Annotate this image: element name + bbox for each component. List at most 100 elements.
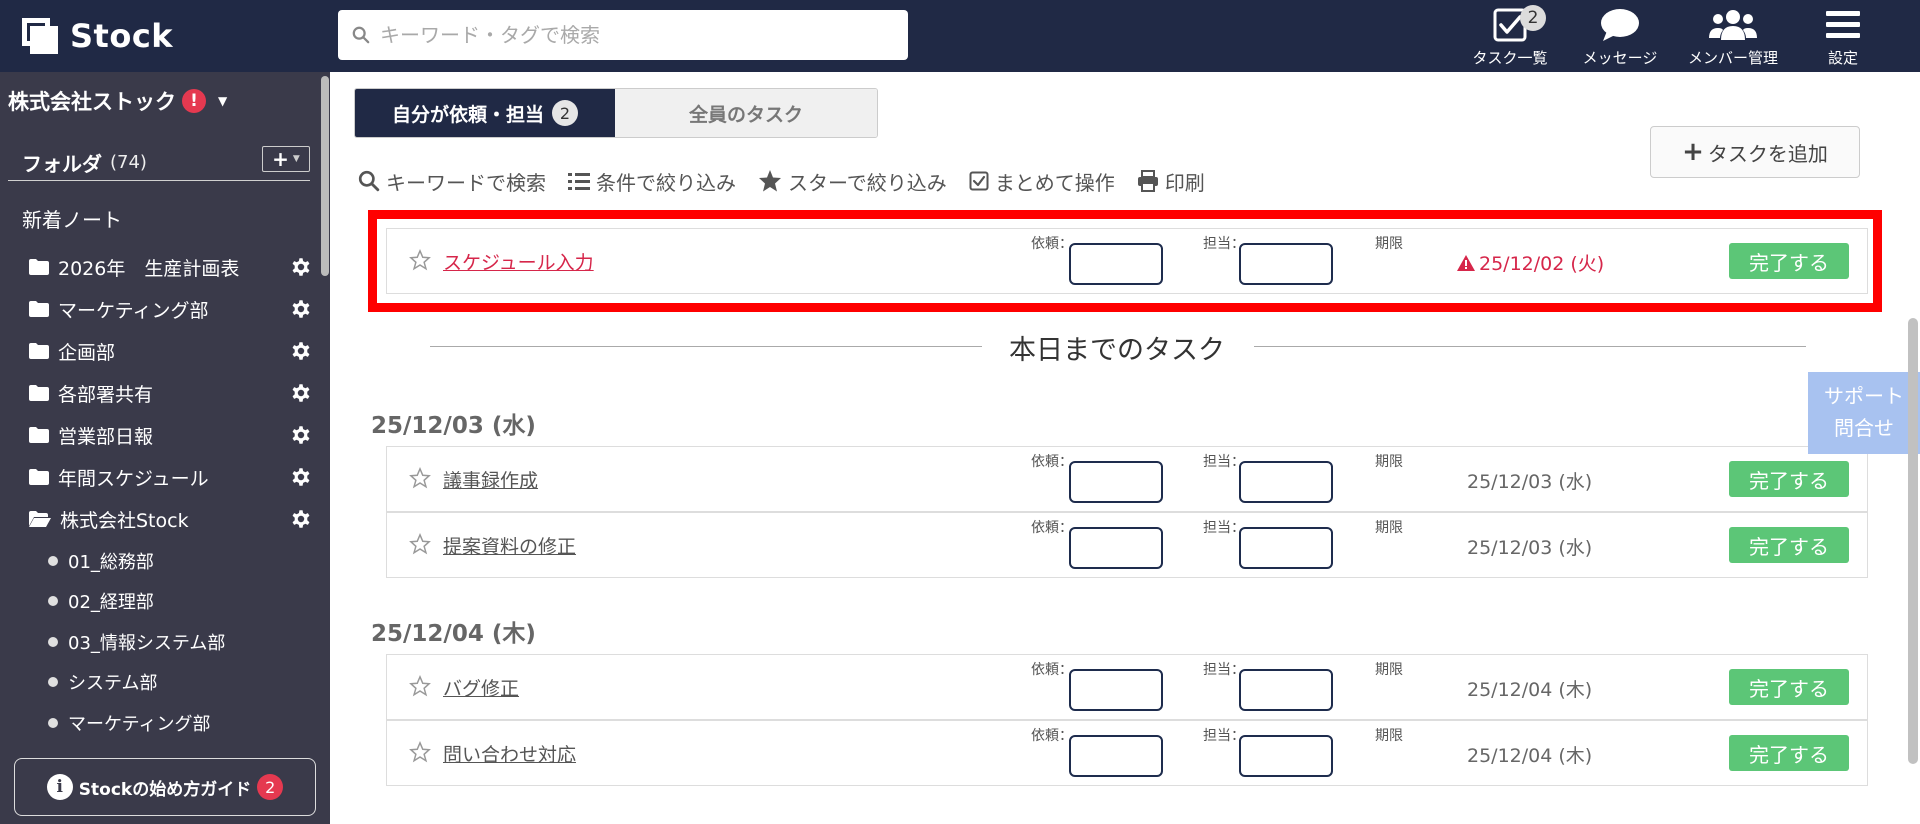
assignee-avatar-slot[interactable] (1239, 735, 1333, 777)
task-title[interactable]: バグ修正 (443, 674, 519, 701)
task-title[interactable]: スケジュール入力 (443, 248, 594, 275)
company-selector[interactable]: 株式会社ストック ! ▼ (8, 86, 227, 116)
assignee-avatar-slot[interactable] (1239, 243, 1333, 285)
folder-item[interactable]: 各部署共有 (28, 376, 312, 410)
nav-label: メッセージ (1582, 49, 1658, 67)
filter-conditions-tool[interactable]: 条件で絞り込み (568, 167, 736, 196)
requester-avatar-slot[interactable] (1069, 527, 1163, 569)
assignee-avatar-slot[interactable] (1239, 669, 1333, 711)
assignee-avatar-slot[interactable] (1239, 527, 1333, 569)
task-tabs: 自分が依頼・担当 2 全員のタスク (354, 88, 878, 138)
task-title[interactable]: 問い合わせ対応 (443, 740, 576, 767)
tab-all-tasks[interactable]: 全員のタスク (615, 89, 877, 137)
task-row[interactable]: バグ修正 依頼： 担当： 期限 25/12/04 (木) 完了する (386, 654, 1868, 720)
folder-item[interactable]: 2026年 生産計画表 (28, 250, 312, 284)
task-due-date[interactable]: 25/12/02 (火) (1457, 249, 1604, 276)
tool-label: キーワードで検索 (386, 170, 546, 195)
subfolder-item[interactable]: 01_総務部 (48, 546, 154, 576)
print-tool[interactable]: 印刷 (1137, 167, 1205, 196)
folder-item[interactable]: マーケティング部 (28, 292, 312, 326)
stock-logo-icon (22, 18, 58, 54)
subfolder-label: 01_総務部 (68, 552, 154, 573)
complete-button[interactable]: 完了する (1729, 243, 1849, 279)
requester-label: 依頼： (1031, 662, 1073, 678)
section-title: 本日までのタスク (1009, 335, 1225, 366)
folder-open-icon (29, 511, 51, 527)
bullet-icon (48, 637, 58, 647)
nav-messages[interactable]: メッセージ (1574, 4, 1666, 68)
requester-avatar-slot[interactable] (1069, 243, 1163, 285)
folder-label: 2026年 生産計画表 (58, 257, 240, 280)
bulk-operation-tool[interactable]: まとめて操作 (969, 167, 1115, 196)
star-outline-icon[interactable] (409, 467, 431, 489)
task-due-date[interactable]: 25/12/03 (水) (1467, 467, 1592, 494)
task-row[interactable]: 提案資料の修正 依頼： 担当： 期限 25/12/03 (水) 完了する (386, 512, 1868, 578)
star-outline-icon[interactable] (409, 533, 431, 555)
due-text: 25/12/02 (火) (1479, 253, 1605, 275)
requester-avatar-slot[interactable] (1069, 461, 1163, 503)
checkbox-icon (969, 171, 989, 191)
subfolder-item[interactable]: 02_経理部 (48, 586, 154, 616)
printer-icon (1137, 170, 1158, 192)
subfolder-item[interactable]: 03_情報システム部 (48, 627, 225, 657)
search-input[interactable] (380, 23, 908, 47)
subfolder-item[interactable]: マーケティング部 (48, 708, 211, 738)
complete-button[interactable]: 完了する (1729, 669, 1849, 705)
gear-icon[interactable] (290, 256, 312, 278)
search-icon (352, 26, 370, 44)
folder-item-open[interactable]: 株式会社Stock (28, 502, 312, 536)
task-title[interactable]: 議事録作成 (443, 466, 538, 493)
task-row-overdue[interactable]: スケジュール入力 依頼： 担当： 期限 25/12/02 (火) 完了する (386, 228, 1868, 294)
task-row[interactable]: 議事録作成 依頼： 担当： 期限 25/12/03 (水) 完了する (386, 446, 1868, 512)
gear-icon[interactable] (290, 298, 312, 320)
complete-button[interactable]: 完了する (1729, 461, 1849, 497)
task-due-date[interactable]: 25/12/03 (水) (1467, 533, 1592, 560)
star-outline-icon[interactable] (409, 675, 431, 697)
new-notes-link[interactable]: 新着ノート (22, 204, 122, 233)
folder-icon (29, 259, 49, 275)
filter-star-tool[interactable]: スターで絞り込み (758, 167, 947, 196)
tool-label: 印刷 (1164, 170, 1205, 195)
scrollbar-thumb[interactable] (1908, 318, 1918, 764)
scrollbar-thumb[interactable] (321, 76, 329, 276)
company-name: 株式会社ストック (8, 90, 176, 114)
tab-my-tasks[interactable]: 自分が依頼・担当 2 (355, 89, 615, 137)
assignee-avatar-slot[interactable] (1239, 461, 1333, 503)
sidebar-scrollbar[interactable] (318, 72, 330, 824)
tool-label: 条件で絞り込み (596, 170, 736, 195)
nav-task-list[interactable]: 2 タスク一覧 (1468, 4, 1552, 68)
requester-avatar-slot[interactable] (1069, 669, 1163, 711)
requester-avatar-slot[interactable] (1069, 735, 1163, 777)
stock-logo[interactable]: Stock (22, 16, 173, 56)
gear-icon[interactable] (290, 508, 312, 530)
task-due-date[interactable]: 25/12/04 (木) (1467, 741, 1592, 768)
gear-icon[interactable] (290, 466, 312, 488)
folder-item[interactable]: 年間スケジュール (28, 460, 312, 494)
getting-started-guide-button[interactable]: i Stockの始め方ガイド 2 (14, 758, 316, 816)
folder-icon (29, 427, 49, 443)
support-contact-tab[interactable]: サポート 問合せ (1808, 372, 1920, 454)
main-scrollbar[interactable] (1906, 318, 1920, 764)
nav-member-management[interactable]: メンバー管理 (1682, 4, 1784, 68)
subfolder-item[interactable]: システム部 (48, 667, 157, 697)
nav-settings[interactable]: 設定 (1820, 4, 1866, 68)
star-outline-icon[interactable] (409, 741, 431, 763)
task-row[interactable]: 問い合わせ対応 依頼： 担当： 期限 25/12/04 (木) 完了する (386, 720, 1868, 786)
complete-button[interactable]: 完了する (1729, 735, 1849, 771)
gear-icon[interactable] (290, 424, 312, 446)
folder-label: 年間スケジュール (58, 467, 209, 490)
task-due-date[interactable]: 25/12/04 (木) (1467, 675, 1592, 702)
bullet-icon (48, 718, 58, 728)
complete-button[interactable]: 完了する (1729, 527, 1849, 563)
search-bar[interactable] (338, 10, 908, 60)
gear-icon[interactable] (290, 382, 312, 404)
task-title[interactable]: 提案資料の修正 (443, 532, 576, 559)
star-outline-icon[interactable] (409, 249, 431, 271)
nav-label: 設定 (1827, 49, 1858, 67)
add-folder-button[interactable]: + ▼ (262, 146, 310, 172)
add-task-button[interactable]: + タスクを追加 (1650, 126, 1860, 178)
logo-text: Stock (70, 17, 174, 55)
folder-item[interactable]: 営業部日報 (28, 418, 312, 452)
tool-label: まとめて操作 (994, 170, 1115, 195)
keyword-search-tool[interactable]: キーワードで検索 (358, 167, 546, 196)
